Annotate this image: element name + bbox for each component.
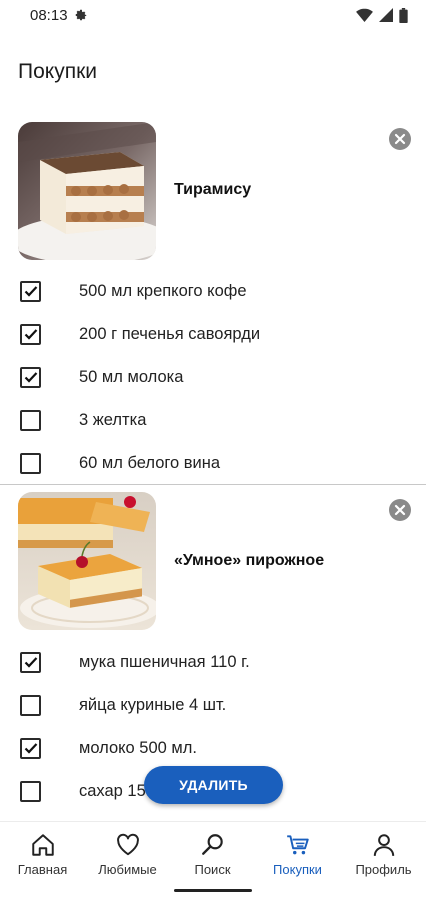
ingredient-label: молоко 500 мл. <box>79 738 197 757</box>
ingredient-checkbox[interactable] <box>20 780 41 802</box>
nav-label: Покупки <box>273 862 322 877</box>
nav-label: Главная <box>17 862 68 877</box>
recipe-name: Тирамису <box>174 181 252 198</box>
ingredient-label: 200 г печенья савоярди <box>79 324 261 343</box>
cellular-signal-icon <box>379 8 393 22</box>
ingredient-checkbox[interactable] <box>20 694 41 716</box>
recipe-image-smart-cake <box>18 492 156 630</box>
ingredient-label: 50 мл молока <box>79 367 184 386</box>
ingredient-row[interactable]: 50 мл молока <box>0 357 426 397</box>
nav-label: Профиль <box>355 862 412 877</box>
nav-label: Поиск <box>194 862 231 877</box>
checkmark-icon <box>24 743 37 754</box>
ingredient-row[interactable]: 200 г печенья савоярди <box>0 314 426 354</box>
home-indicator[interactable] <box>174 889 252 892</box>
remove-recipe-button[interactable] <box>389 499 411 521</box>
ingredient-row[interactable]: 500 мл крепкого кофе <box>0 271 426 311</box>
close-icon <box>394 133 406 145</box>
cart-icon <box>286 835 309 855</box>
battery-icon <box>399 7 408 23</box>
nav-label: Любимые <box>98 862 157 877</box>
status-time: 08:13 <box>30 6 68 24</box>
nav-item-home[interactable]: Главная <box>0 832 85 877</box>
checkmark-icon <box>24 657 37 668</box>
settings-gear-icon <box>75 9 86 21</box>
ingredient-label: 500 мл крепкого кофе <box>79 281 247 300</box>
ingredient-checkbox[interactable] <box>20 651 41 673</box>
checkmark-icon <box>24 372 37 383</box>
delete-button[interactable]: УДАЛИТЬ <box>144 766 283 804</box>
ingredient-label: яйца куриные 4 шт. <box>79 695 227 714</box>
status-icons <box>356 7 408 23</box>
checkmark-icon <box>24 329 37 340</box>
ingredient-checkbox[interactable] <box>20 737 41 759</box>
remove-recipe-button[interactable] <box>389 128 411 150</box>
ingredient-label: мука пшеничная 110 г. <box>79 652 250 671</box>
ingredient-row[interactable]: яйца куриные 4 шт. <box>0 685 426 725</box>
recipe-image-tiramisu <box>18 122 156 260</box>
ingredient-label: 60 мл белого вина <box>79 453 221 472</box>
home-icon <box>31 834 54 856</box>
recipe-divider <box>0 484 426 485</box>
ingredient-row[interactable]: 60 мл белого вина <box>0 443 426 483</box>
ingredient-row[interactable]: 3 желтка <box>0 400 426 440</box>
heart-icon <box>116 833 139 856</box>
nav-item-search[interactable]: Поиск <box>170 832 255 877</box>
ingredient-checkbox[interactable] <box>20 323 41 345</box>
ingredient-checkbox[interactable] <box>20 452 41 474</box>
ingredient-checkbox[interactable] <box>20 409 41 431</box>
nav-item-profile[interactable]: Профиль <box>341 832 426 877</box>
page-title: Покупки <box>18 60 97 83</box>
nav-item-favorites[interactable]: Любимые <box>85 832 170 877</box>
ingredient-checkbox[interactable] <box>20 366 41 388</box>
wifi-icon <box>356 8 373 22</box>
search-icon <box>201 834 223 855</box>
recipe-name: «Умное» пирожное <box>174 552 325 569</box>
status-bar: 08:13 <box>0 0 426 30</box>
close-icon <box>394 504 406 516</box>
ingredient-checkbox[interactable] <box>20 280 41 302</box>
ingredient-row[interactable]: мука пшеничная 110 г. <box>0 642 426 682</box>
profile-icon <box>373 834 394 856</box>
checkmark-icon <box>24 286 37 297</box>
nav-item-shopping[interactable]: Покупки <box>255 832 340 877</box>
ingredient-row[interactable]: молоко 500 мл. <box>0 728 426 768</box>
ingredient-label: 3 желтка <box>79 410 147 429</box>
